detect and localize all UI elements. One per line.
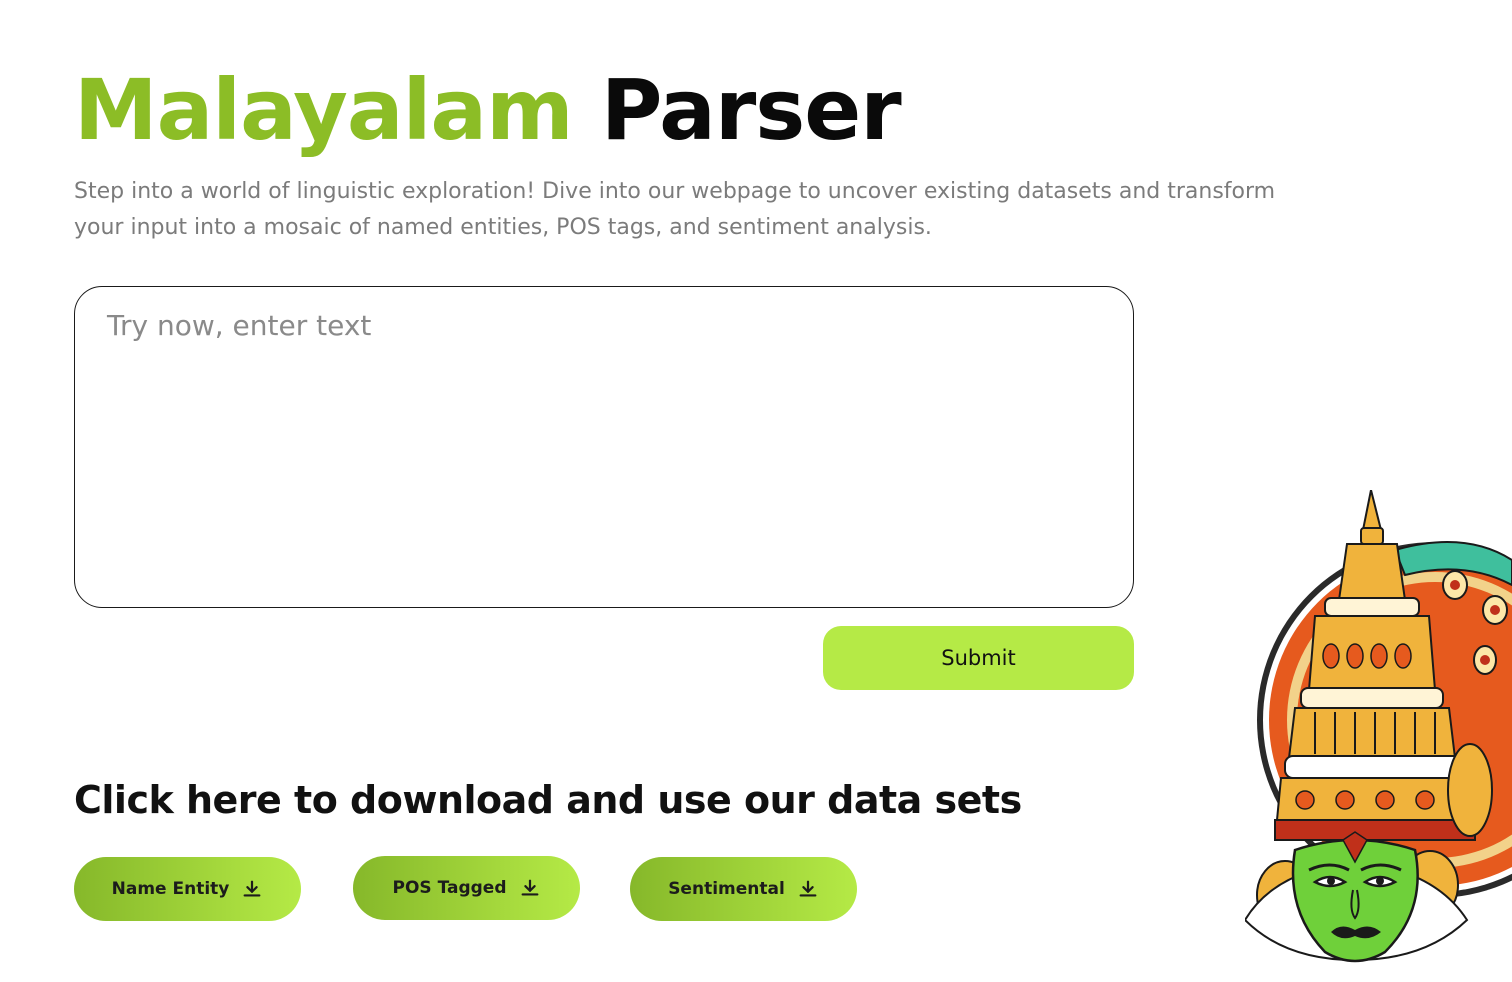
download-button-label: Sentimental <box>668 879 785 899</box>
download-pos-tagged-button[interactable]: POS Tagged <box>353 856 580 920</box>
download-name-entity-button[interactable]: Name Entity <box>74 857 301 921</box>
download-icon <box>521 879 538 896</box>
download-icon <box>799 880 817 897</box>
page-description: Step into a world of linguistic explorat… <box>74 179 1276 240</box>
download-button-label: Name Entity <box>111 879 230 899</box>
download-heading: Click here to download and use our data … <box>74 778 1022 822</box>
kathakali-illustration <box>1245 490 1512 982</box>
submit-button[interactable]: Submit <box>823 626 1134 690</box>
download-sentimental-button[interactable]: Sentimental <box>630 857 857 921</box>
download-button-label: POS Tagged <box>392 878 507 898</box>
page: Malayalam Parser Step into a world of li… <box>0 0 1512 982</box>
text-input[interactable] <box>74 286 1134 608</box>
title-rest: Parser <box>600 61 902 159</box>
download-icon <box>243 880 261 897</box>
title-highlight: Malayalam <box>74 61 574 159</box>
page-title: Malayalam Parser <box>74 58 902 162</box>
